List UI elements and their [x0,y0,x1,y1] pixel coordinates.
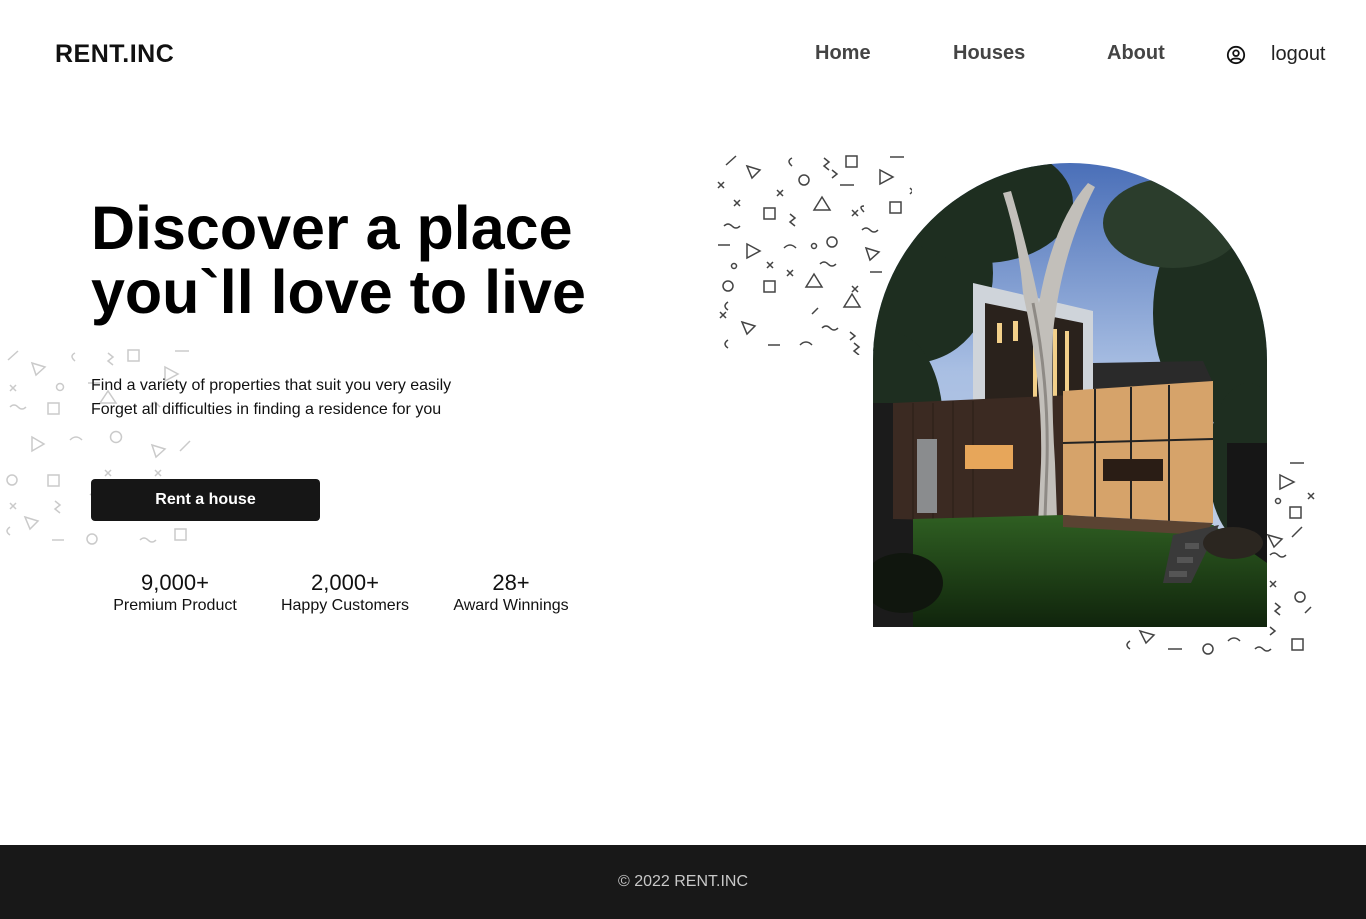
nav-home-link[interactable]: Home [815,42,871,65]
hero-title: Discover a place you`ll love to live [91,196,586,324]
stat-award-winnings: 28+ Award Winnings [441,570,581,616]
stat-label: Happy Customers [280,597,410,614]
footer: © 2022 RENT.INC [0,845,1366,919]
stat-value: 28+ [492,570,530,595]
hero-subtitle: Find a variety of properties that suit y… [91,374,451,422]
stat-value: 2,000+ [311,570,379,595]
stat-label: Award Winnings [453,597,569,614]
hero-subtitle-line-1: Find a variety of properties that suit y… [91,377,452,394]
brand-logo[interactable]: RENT.INC [55,40,174,69]
user-circle-icon[interactable] [1226,45,1246,65]
logout-link[interactable]: logout [1271,43,1326,66]
stat-label: Premium Product [113,597,237,614]
stat-happy-customers: 2,000+ Happy Customers [275,570,415,616]
stat-premium-product: 9,000+ Premium Product [105,570,245,616]
rent-a-house-button[interactable]: Rent a house [91,479,320,521]
hero-title-line-1: Discover a place [91,194,573,262]
footer-copyright: © 2022 RENT.INC [617,873,749,890]
stat-value: 9,000+ [141,570,209,595]
nav-houses-link[interactable]: Houses [953,42,1025,65]
nav-about-link[interactable]: About [1107,42,1165,65]
hero-subtitle-line-2: Forget all difficulties in finding a res… [91,401,442,418]
hero-house-image [873,163,1267,627]
hero-title-line-2: you`ll love to live [91,258,586,326]
